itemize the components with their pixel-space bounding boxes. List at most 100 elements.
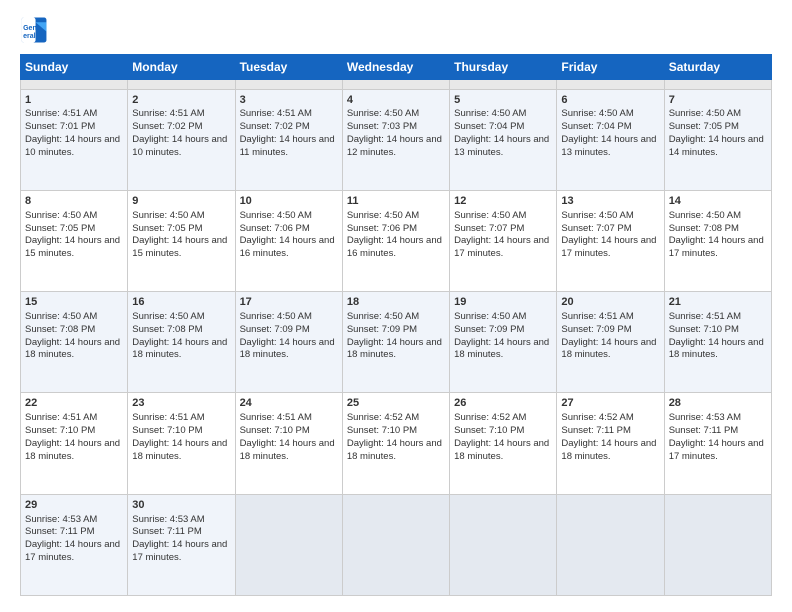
calendar-cell: [342, 80, 449, 90]
calendar-cell: [235, 80, 342, 90]
calendar-cell: 27Sunrise: 4:52 AMSunset: 7:11 PMDayligh…: [557, 393, 664, 494]
day-number: 28: [669, 396, 767, 411]
sunset-label: Sunset: 7:08 PM: [132, 324, 202, 335]
daylight-label: Daylight: 14 hours and 18 minutes.: [240, 337, 335, 361]
sunset-label: Sunset: 7:10 PM: [132, 425, 202, 436]
day-number: 5: [454, 93, 552, 108]
calendar-cell: 3Sunrise: 4:51 AMSunset: 7:02 PMDaylight…: [235, 89, 342, 190]
calendar-cell: 1Sunrise: 4:51 AMSunset: 7:01 PMDaylight…: [21, 89, 128, 190]
sunrise-label: Sunrise: 4:51 AM: [25, 412, 97, 423]
day-number: 10: [240, 194, 338, 209]
daylight-label: Daylight: 14 hours and 10 minutes.: [25, 134, 120, 158]
calendar-cell: 10Sunrise: 4:50 AM Sunset: 7:06 PMDayligh…: [235, 190, 342, 291]
daylight-label: Daylight: 14 hours and 11 minutes.: [240, 134, 335, 158]
day-number: 9: [132, 194, 230, 209]
daylight-label: Daylight: 14 hours and 18 minutes.: [669, 337, 764, 361]
daylight-label: Daylight: 14 hours and 18 minutes.: [561, 438, 656, 462]
calendar-cell: [557, 494, 664, 595]
sunrise-label: Sunrise: 4:50 AM: [669, 108, 741, 119]
sunset-label: Sunset: 7:06 PM: [240, 223, 310, 234]
calendar-cell: 7Sunrise: 4:50 AM Sunset: 7:05 PM Daylight…: [664, 89, 771, 190]
calendar-cell: 19Sunrise: 4:50 AMSunset: 7:09 PMDayligh…: [450, 292, 557, 393]
sunrise-label: Sunrise: 4:50 AM: [561, 210, 633, 221]
sunset-label: Sunset: 7:05 PM: [669, 121, 739, 132]
sunset-label: Sunset: 7:09 PM: [561, 324, 631, 335]
sunset-label: Sunset: 7:10 PM: [669, 324, 739, 335]
sunrise-label: Sunrise: 4:50 AM: [240, 311, 312, 322]
daylight-label: Daylight: 14 hours and 14 minutes.: [669, 134, 764, 158]
calendar-cell: [557, 80, 664, 90]
daylight-label: Daylight: 14 hours and 18 minutes.: [561, 337, 656, 361]
svg-text:eral: eral: [23, 33, 36, 40]
calendar-cell: 11Sunrise: 4:50 AMSunset: 7:06 PMDayligh…: [342, 190, 449, 291]
calendar-cell: [128, 80, 235, 90]
sunset-label: Sunset: 7:11 PM: [561, 425, 631, 436]
day-number: 29: [25, 498, 123, 513]
calendar-cell: 14Sunrise: 4:50 AMSunset: 7:08 PMDayligh…: [664, 190, 771, 291]
calendar-cell: 23Sunrise: 4:51 AM Sunset: 7:10 PM Dayligh…: [128, 393, 235, 494]
daylight-label: Daylight: 14 hours and 15 minutes.: [25, 235, 120, 259]
day-number: 25: [347, 396, 445, 411]
sunrise-label: Sunrise: 4:50 AM: [347, 210, 419, 221]
calendar-cell: 22Sunrise: 4:51 AMSunset: 7:10 PMDayligh…: [21, 393, 128, 494]
sunrise-label: Sunrise: 4:50 AM: [132, 210, 204, 221]
sunrise-label: Sunrise: 4:50 AM: [347, 108, 419, 119]
calendar-cell: 20Sunrise: 4:51 AMSunset: 7:09 PMDayligh…: [557, 292, 664, 393]
sunset-label: Sunset: 7:04 PM: [454, 121, 524, 132]
daylight-label: Daylight: 14 hours and 13 minutes.: [454, 134, 549, 158]
calendar-week-row: 15Sunrise: 4:50 AMSunset: 7:08 PMDayligh…: [21, 292, 772, 393]
day-number: 4: [347, 93, 445, 108]
sunrise-label: Sunrise: 4:50 AM: [240, 210, 312, 221]
sunset-label: Sunset: 7:05 PM: [132, 223, 202, 234]
calendar-table: SundayMondayTuesdayWednesdayThursdayFrid…: [20, 54, 772, 596]
day-number: 14: [669, 194, 767, 209]
daylight-label: Daylight: 14 hours and 16 minutes.: [347, 235, 442, 259]
daylight-label: Daylight: 14 hours and 17 minutes.: [561, 235, 656, 259]
calendar-header-thursday: Thursday: [450, 55, 557, 80]
calendar-week-row: 22Sunrise: 4:51 AMSunset: 7:10 PMDayligh…: [21, 393, 772, 494]
daylight-label: Daylight: 14 hours and 18 minutes.: [347, 337, 442, 361]
calendar-cell: 2Sunrise: 4:51 AMSunset: 7:02 PMDaylight…: [128, 89, 235, 190]
daylight-label: Daylight: 14 hours and 17 minutes.: [454, 235, 549, 259]
header: Gen eral: [20, 16, 772, 44]
sunset-label: Sunset: 7:08 PM: [25, 324, 95, 335]
sunset-label: Sunset: 7:09 PM: [347, 324, 417, 335]
sunset-label: Sunset: 7:03 PM: [347, 121, 417, 132]
calendar-cell: 28Sunrise: 4:53 AMSunset: 7:11 PMDayligh…: [664, 393, 771, 494]
daylight-label: Daylight: 14 hours and 18 minutes.: [132, 438, 227, 462]
sunrise-label: Sunrise: 4:51 AM: [669, 311, 741, 322]
sunset-label: Sunset: 7:04 PM: [561, 121, 631, 132]
calendar-week-row: [21, 80, 772, 90]
day-number: 7: [669, 93, 767, 108]
sunrise-label: Sunrise: 4:50 AM: [25, 311, 97, 322]
daylight-label: Daylight: 14 hours and 16 minutes.: [240, 235, 335, 259]
calendar-cell: 15Sunrise: 4:50 AMSunset: 7:08 PMDayligh…: [21, 292, 128, 393]
calendar-header-monday: Monday: [128, 55, 235, 80]
sunrise-label: Sunrise: 4:50 AM: [132, 311, 204, 322]
calendar-cell: [342, 494, 449, 595]
daylight-label: Daylight: 14 hours and 18 minutes.: [347, 438, 442, 462]
sunset-label: Sunset: 7:09 PM: [454, 324, 524, 335]
sunset-label: Sunset: 7:11 PM: [25, 526, 95, 537]
sunrise-label: Sunrise: 4:52 AM: [347, 412, 419, 423]
daylight-label: Daylight: 14 hours and 17 minutes.: [132, 539, 227, 563]
day-number: 11: [347, 194, 445, 209]
sunrise-label: Sunrise: 4:50 AM: [561, 108, 633, 119]
calendar-cell: 16Sunrise: 4:50 AMSunset: 7:08 PMDayligh…: [128, 292, 235, 393]
sunrise-label: Sunrise: 4:50 AM: [454, 210, 526, 221]
calendar-cell: 18Sunrise: 4:50 AMSunset: 7:09 PMDayligh…: [342, 292, 449, 393]
calendar-cell: [21, 80, 128, 90]
sunset-label: Sunset: 7:09 PM: [240, 324, 310, 335]
calendar-cell: 6Sunrise: 4:50 AMSunset: 7:04 PMDaylight…: [557, 89, 664, 190]
daylight-label: Daylight: 14 hours and 18 minutes.: [132, 337, 227, 361]
day-number: 13: [561, 194, 659, 209]
calendar-cell: 26Sunrise: 4:52 AMSunset: 7:10 PMDayligh…: [450, 393, 557, 494]
daylight-label: Daylight: 14 hours and 17 minutes.: [669, 235, 764, 259]
day-number: 6: [561, 93, 659, 108]
daylight-label: Daylight: 14 hours and 15 minutes.: [132, 235, 227, 259]
day-number: 23: [132, 396, 230, 411]
calendar-header-tuesday: Tuesday: [235, 55, 342, 80]
sunrise-label: Sunrise: 4:51 AM: [132, 412, 204, 423]
sunrise-label: Sunrise: 4:52 AM: [561, 412, 633, 423]
sunset-label: Sunset: 7:10 PM: [347, 425, 417, 436]
